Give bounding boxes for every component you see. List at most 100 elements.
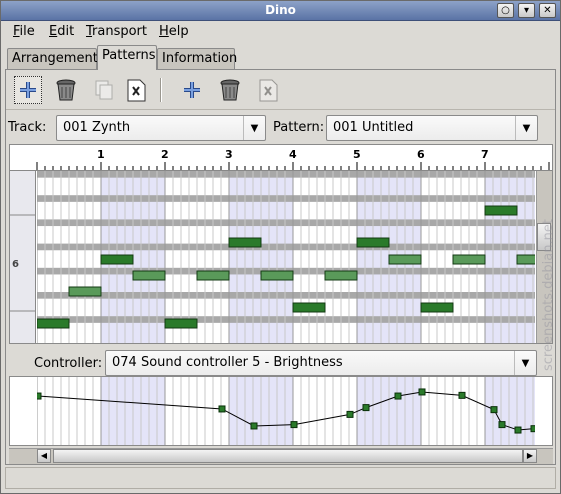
delete-pattern-button[interactable] <box>216 76 244 104</box>
plus-icon <box>20 82 36 98</box>
controller-point <box>514 426 522 434</box>
piano-roll: 1 2 3 4 5 6 7 6 <box>9 144 553 344</box>
tab-bar: Arrangement Patterns Information <box>1 45 560 70</box>
black-key-row <box>37 195 535 202</box>
note-block <box>164 318 198 329</box>
black-key-row <box>37 243 535 251</box>
menu-edit[interactable]: Edit <box>49 24 74 39</box>
note-block <box>484 205 518 216</box>
trash-icon <box>220 79 240 101</box>
note-block <box>420 302 454 313</box>
properties-icon <box>259 79 278 102</box>
menu-file-rest: ile <box>19 24 35 39</box>
black-key-row <box>37 171 535 178</box>
ruler-beat-label: 4 <box>289 148 297 161</box>
note-block <box>516 254 535 265</box>
add-pattern-button[interactable] <box>178 76 206 104</box>
menu-file[interactable]: File <box>13 24 35 39</box>
tab-patterns[interactable]: Patterns <box>97 45 157 70</box>
chevron-down-icon: ▼ <box>514 351 536 375</box>
properties-icon <box>127 79 146 102</box>
controller-label: Controller: <box>34 356 103 371</box>
patterns-panel: Track: 001 Zynth ▼ Pattern: 001 Untitled… <box>5 69 556 465</box>
pattern-properties-button[interactable] <box>254 76 282 104</box>
controller-point <box>346 410 354 418</box>
note-block <box>68 286 102 297</box>
note-block <box>228 237 262 248</box>
ruler-beat-label: 6 <box>417 148 425 161</box>
track-select[interactable]: 001 Zynth ▼ <box>56 115 266 141</box>
menu-edit-mnemonic: E <box>49 24 58 39</box>
note-block <box>324 270 358 281</box>
tab-arrangement[interactable]: Arrangement <box>7 48 98 70</box>
delete-track-button[interactable] <box>52 76 80 104</box>
window-title: Dino <box>265 3 296 17</box>
track-select-value: 001 Zynth <box>63 120 131 135</box>
horizontal-scrollbar[interactable]: ◀ ▶ <box>9 448 553 464</box>
title-bar[interactable]: Dino ○ ▾ ✕ <box>1 1 560 21</box>
duplicate-track-button[interactable] <box>90 76 118 104</box>
ruler-beat-label: 7 <box>481 148 489 161</box>
toolbar-separator <box>160 78 162 102</box>
piano-keys[interactable]: 6 <box>10 171 36 343</box>
controller-select[interactable]: 074 Sound controller 5 - Brightness ▼ <box>105 350 537 376</box>
copy-icon <box>95 80 113 100</box>
controller-curve <box>37 377 535 445</box>
app-window: Dino ○ ▾ ✕ File Edit Transport Help Arra… <box>0 0 561 494</box>
ruler-beat-label: 3 <box>225 148 233 161</box>
key-dividers <box>10 214 36 312</box>
controller-editor[interactable] <box>9 376 553 446</box>
note-block <box>196 270 230 281</box>
pattern-select[interactable]: 001 Untitled ▼ <box>326 115 538 141</box>
ruler-beat-label: 5 <box>353 148 361 161</box>
controller-point <box>394 392 402 400</box>
track-properties-button[interactable] <box>122 76 150 104</box>
controller-point <box>290 421 298 429</box>
menu-transport-rest: ransport <box>92 24 148 39</box>
circle-icon[interactable]: ○ <box>497 3 514 18</box>
add-track-button[interactable] <box>14 76 42 104</box>
black-key-row <box>37 219 535 227</box>
scroll-left-icon[interactable]: ◀ <box>37 449 51 463</box>
close-icon[interactable]: ✕ <box>539 3 556 18</box>
note-block <box>388 254 422 265</box>
ruler-beat-label: 2 <box>161 148 169 161</box>
menu-transport[interactable]: Transport <box>86 24 147 39</box>
note-grid-canvas <box>37 171 535 343</box>
tab-information[interactable]: Information <box>157 48 237 70</box>
menu-help[interactable]: Help <box>159 24 189 39</box>
watermark-text: screenshots.debian.net <box>541 219 556 371</box>
controller-point <box>218 405 226 413</box>
controller-point <box>490 406 498 414</box>
note-block <box>292 302 326 313</box>
controller-point <box>418 388 426 396</box>
controller-point <box>362 404 370 412</box>
note-block <box>132 270 166 281</box>
scrollbar-thumb[interactable] <box>53 449 523 463</box>
track-label: Track: <box>8 120 47 135</box>
controller-point <box>250 422 258 430</box>
menu-help-rest: elp <box>168 24 189 39</box>
minimize-icon[interactable]: ▾ <box>518 3 535 18</box>
menu-help-mnemonic: H <box>159 24 169 39</box>
chevron-down-icon: ▼ <box>243 116 265 140</box>
beat-ruler[interactable]: 1 2 3 4 5 6 7 <box>10 145 552 171</box>
note-grid[interactable] <box>37 171 535 343</box>
black-key-row <box>37 292 535 299</box>
ruler-beat-label: 1 <box>97 148 105 161</box>
status-bar <box>5 467 556 489</box>
note-block <box>260 270 294 281</box>
note-block <box>100 254 134 265</box>
pattern-select-value: 001 Untitled <box>333 120 414 135</box>
pattern-label: Pattern: <box>273 120 325 135</box>
controller-point <box>37 392 42 400</box>
scroll-right-icon[interactable]: ▶ <box>523 449 537 463</box>
controller-select-value: 074 Sound controller 5 - Brightness <box>112 355 343 370</box>
chevron-down-icon: ▼ <box>515 116 537 140</box>
ruler-ticks <box>36 162 550 170</box>
toolbar <box>6 70 555 110</box>
controller-point <box>530 425 535 433</box>
controller-point <box>458 391 466 399</box>
note-block <box>37 318 70 329</box>
black-key-row <box>37 316 535 323</box>
